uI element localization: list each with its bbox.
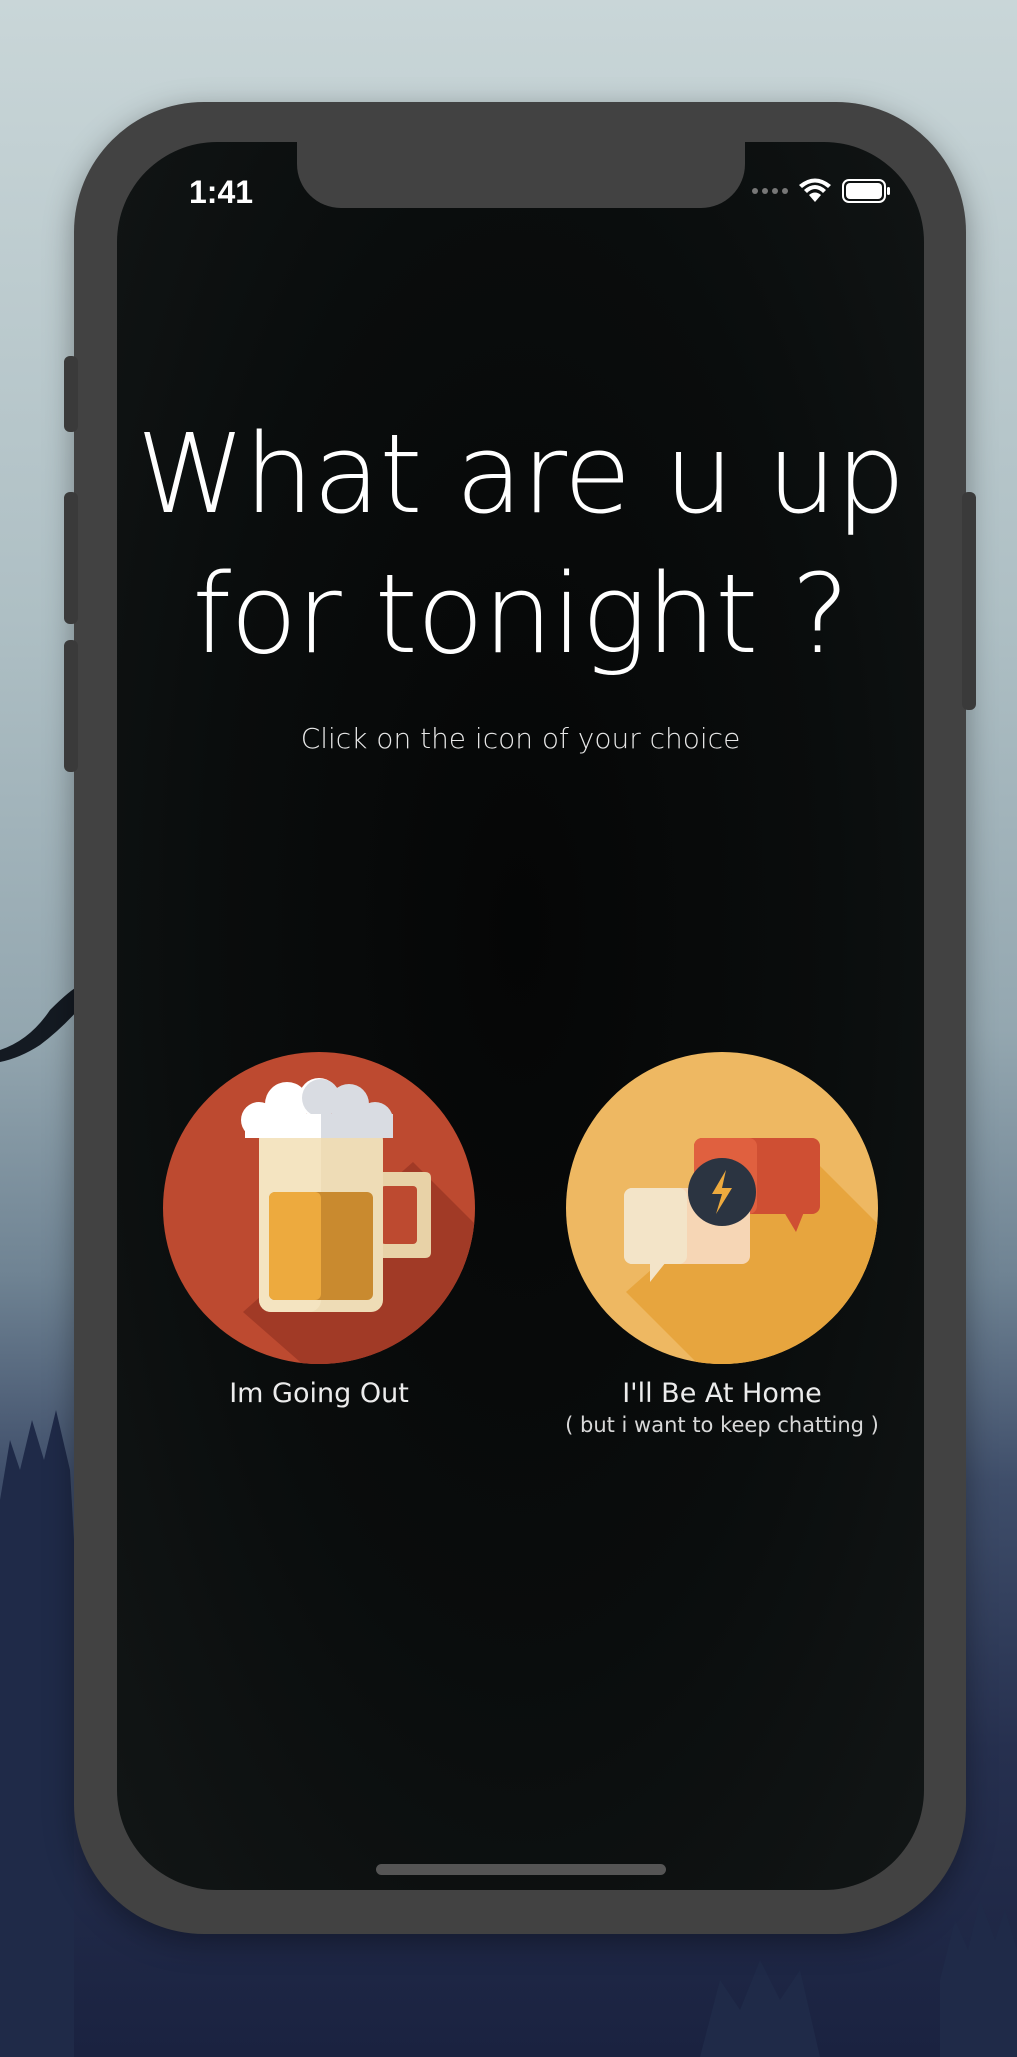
going-out-choice[interactable]: Im Going Out	[159, 1052, 479, 1409]
signal-dots-icon	[752, 188, 788, 194]
power-button	[962, 492, 976, 710]
chat-bubbles-icon[interactable]	[566, 1052, 878, 1364]
volume-down-button	[64, 640, 78, 772]
volume-up-button	[64, 492, 78, 624]
notch	[297, 142, 745, 208]
at-home-choice[interactable]: I'll Be At Home ( but i want to keep cha…	[562, 1052, 882, 1437]
wifi-icon	[799, 178, 831, 202]
app-screen: 1:41 What are u up for tonight ? Click o…	[117, 142, 924, 1890]
status-icons	[752, 178, 892, 204]
headline-line-1: What are u up	[136, 410, 905, 538]
status-time: 1:41	[189, 174, 254, 210]
mute-switch	[64, 356, 78, 432]
battery-icon	[842, 179, 890, 203]
at-home-label[interactable]: I'll Be At Home	[562, 1378, 882, 1409]
going-out-label[interactable]: Im Going Out	[159, 1378, 479, 1409]
headline-line-2: for tonight ?	[192, 550, 849, 678]
beer-mug-icon[interactable]	[163, 1052, 475, 1364]
at-home-sublabel: ( but i want to keep chatting )	[565, 1413, 879, 1437]
home-indicator[interactable]	[376, 1864, 666, 1875]
eagle-silhouette	[0, 985, 80, 1062]
subtitle: Click on the icon of your choice	[300, 722, 741, 755]
headline: What are u up for tonight ?	[117, 404, 924, 684]
